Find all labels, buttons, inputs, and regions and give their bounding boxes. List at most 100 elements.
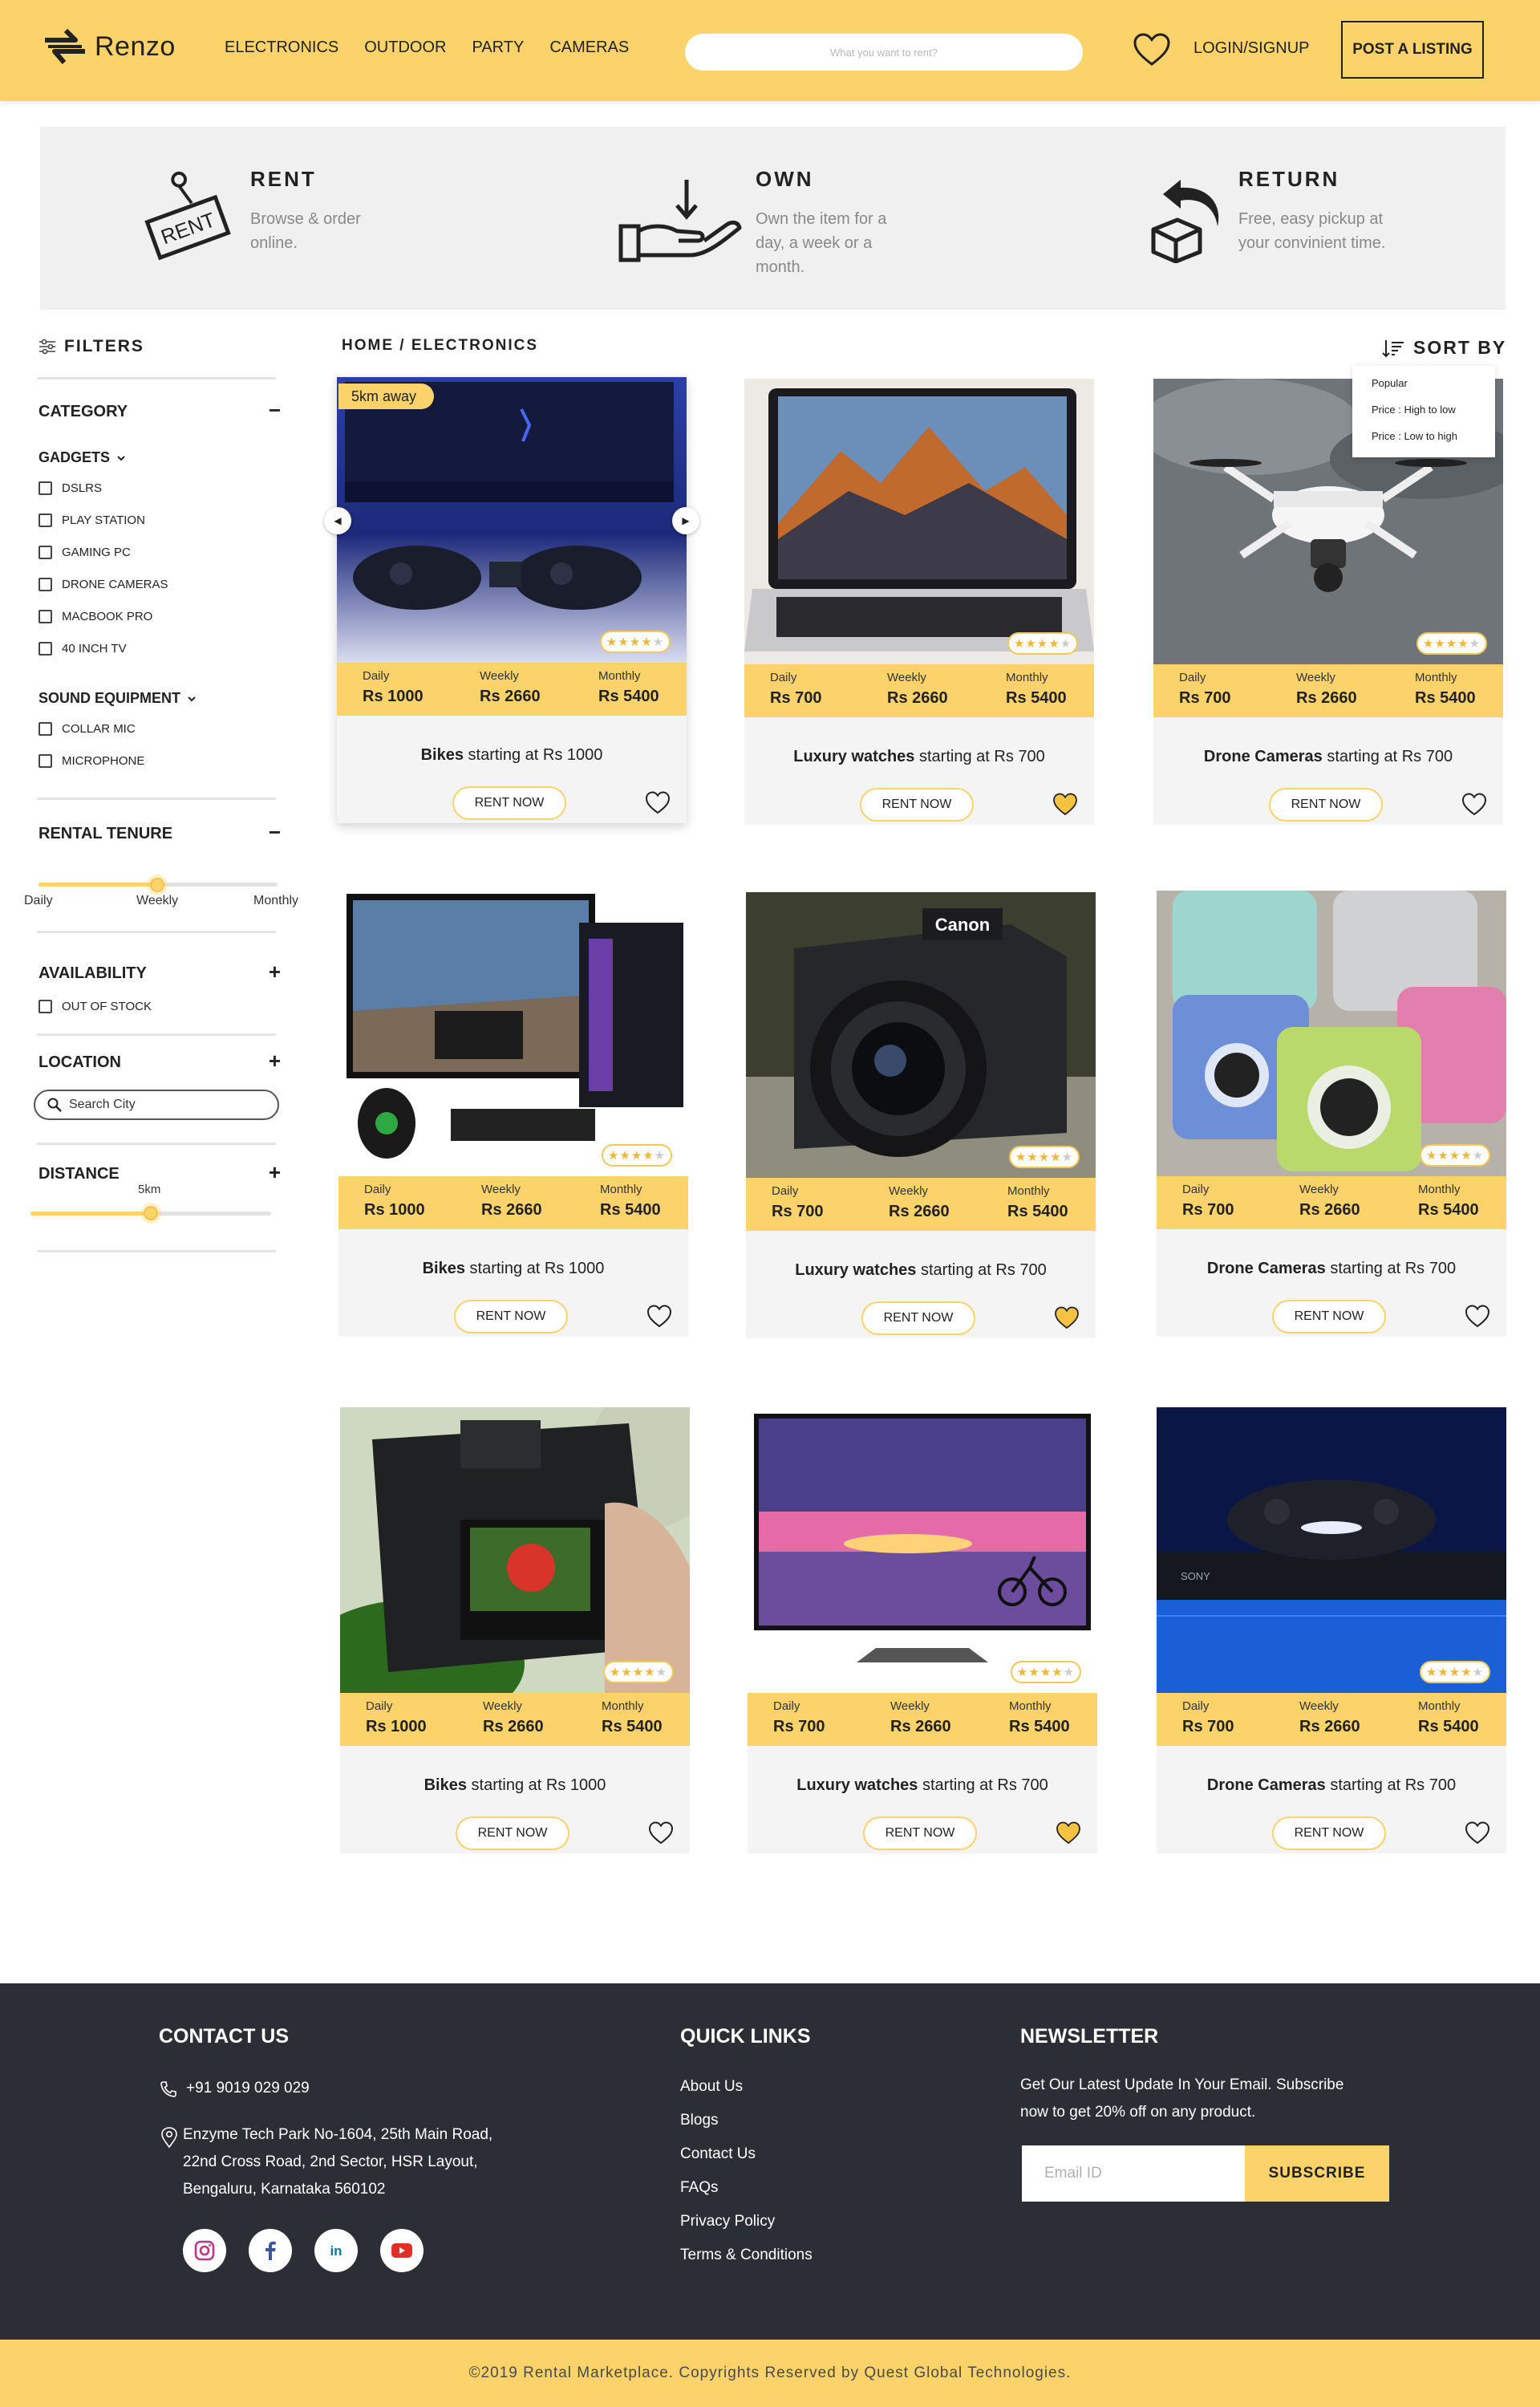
filter-option-drone-cameras[interactable]: DRONE CAMERAS (38, 578, 168, 591)
star-rating: ★★★★ ★ (1009, 1146, 1080, 1168)
footer-link-faqs[interactable]: FAQs (680, 2179, 719, 2197)
product-image[interactable]: SONY (1157, 1407, 1506, 1693)
product-name: Bikes (424, 1776, 467, 1794)
filter-option-out-of-stock[interactable]: OUT OF STOCK (38, 1000, 152, 1013)
logo[interactable]: Renzo (42, 26, 176, 67)
product-card[interactable]: ★★★★ ★ Daily Rs 1000 Weekly Rs 2660 Monthly Rs … (340, 1407, 690, 1853)
filter-option-gaming-pc[interactable]: GAMING PC (38, 546, 131, 559)
heart-outline-icon[interactable] (646, 1304, 672, 1328)
nav-party[interactable]: PARTY (472, 39, 524, 57)
sound-equipment-group-toggle[interactable]: SOUND EQUIPMENT (38, 690, 197, 707)
rental-tenure-collapse-toggle[interactable]: − (269, 820, 281, 845)
carousel-next-icon[interactable]: ▶ (672, 507, 699, 534)
location-expand-toggle[interactable]: + (269, 1049, 281, 1074)
heart-filled-icon[interactable] (1056, 1820, 1081, 1845)
rent-now-button[interactable]: RENT NOW (454, 1300, 568, 1333)
category-collapse-toggle[interactable]: − (269, 398, 281, 423)
checkbox[interactable] (38, 642, 52, 656)
filter-option-microphone[interactable]: MICROPHONE (38, 754, 144, 768)
filter-option-play-station[interactable]: PLAY STATION (38, 513, 145, 527)
nav-electronics[interactable]: ELECTRONICS (225, 39, 338, 57)
gadgets-group-toggle[interactable]: GADGETS (38, 449, 126, 466)
sort-dropdown-menu: Popular Price : High to low Price : Low … (1352, 366, 1495, 457)
checkbox[interactable] (38, 546, 52, 559)
filter-option-macbook-pro[interactable]: MACBOOK PRO (38, 610, 152, 623)
footer-link-about-us[interactable]: About Us (680, 2078, 743, 2096)
instagram-icon[interactable] (183, 2229, 226, 2272)
option-label: OUT OF STOCK (62, 1000, 152, 1013)
sort-option-high-to-low[interactable]: Price : High to low (1372, 404, 1495, 430)
product-image[interactable] (1157, 891, 1506, 1176)
rent-now-button[interactable]: RENT NOW (863, 1816, 977, 1850)
post-listing-button[interactable]: POST A LISTING (1341, 21, 1484, 79)
youtube-icon[interactable] (380, 2229, 424, 2272)
rent-now-button[interactable]: RENT NOW (456, 1816, 569, 1850)
product-image[interactable] (748, 1407, 1097, 1693)
rent-now-button[interactable]: RENT NOW (452, 786, 566, 820)
nav-cameras[interactable]: CAMERAS (549, 39, 629, 57)
subscribe-button[interactable]: SUBSCRIBE (1245, 2145, 1389, 2202)
footer-link-blogs[interactable]: Blogs (680, 2112, 719, 2129)
product-card[interactable]: ★★★★ ★ Daily Rs 700 Weekly Rs 2660 Monthly Rs 5… (1157, 891, 1506, 1337)
product-image[interactable]: Canon (746, 892, 1096, 1178)
starting-at-text: starting at (468, 746, 539, 764)
product-card[interactable]: ★★★★ ★ Daily Rs 700 Weekly Rs 2660 Monthly Rs 5… (748, 1407, 1097, 1853)
distance-slider-thumb[interactable] (144, 1206, 158, 1220)
star-rating: ★★★★ ★ (603, 1661, 674, 1683)
carousel-prev-icon[interactable]: ◀ (324, 507, 351, 534)
heart-filled-icon[interactable] (1054, 1305, 1080, 1329)
price-monthly: Rs 5400 (1007, 1203, 1068, 1220)
search-input[interactable] (685, 34, 1083, 71)
rent-now-button[interactable]: RENT NOW (1272, 1300, 1386, 1333)
checkbox[interactable] (38, 610, 52, 623)
filter-option-collar-mic[interactable]: COLLAR MIC (38, 722, 136, 736)
wishlist-heart-icon[interactable] (1133, 32, 1171, 67)
sort-option-popular[interactable]: Popular (1372, 377, 1495, 404)
heart-outline-icon[interactable] (1461, 792, 1487, 816)
city-search-input[interactable] (34, 1090, 279, 1120)
breadcrumb[interactable]: HOME / ELECTRONICS (342, 337, 538, 355)
heart-outline-icon[interactable] (645, 790, 671, 814)
rent-now-button[interactable]: RENT NOW (1272, 1816, 1386, 1850)
checkbox[interactable] (38, 754, 52, 768)
distance-expand-toggle[interactable]: + (269, 1160, 281, 1185)
rent-now-button[interactable]: RENT NOW (1269, 788, 1383, 822)
sort-option-low-to-high[interactable]: Price : Low to high (1372, 430, 1495, 457)
checkbox[interactable] (38, 1000, 52, 1013)
product-image[interactable] (338, 891, 688, 1176)
sort-by-toggle[interactable]: SORT BY (1381, 337, 1506, 359)
product-card[interactable]: SONY ★★★★ ★ Daily Rs 700 Weekly Rs 2660 Monthly… (1157, 1407, 1506, 1853)
login-signup-link[interactable]: LOGIN/SIGNUP (1194, 39, 1309, 58)
newsletter-email-input[interactable] (1022, 2145, 1245, 2202)
product-card[interactable]: ★★★★ ★ Daily Rs 700 Weekly Rs 2660 Monthly Rs 5… (744, 379, 1094, 825)
product-card[interactable]: 5km away ◀ ▶ ★★★★ ★ Daily Rs 1000 Weekly Rs 2660… (324, 377, 699, 823)
checkbox[interactable] (38, 578, 52, 591)
product-image[interactable] (337, 377, 687, 663)
hero-rent-desc: Browse & order online. (250, 210, 361, 252)
heart-outline-icon[interactable] (1465, 1820, 1490, 1845)
product-image[interactable] (744, 379, 1094, 664)
rent-now-button[interactable]: RENT NOW (861, 1301, 975, 1335)
tenure-slider-thumb[interactable] (150, 878, 164, 892)
heart-filled-icon[interactable] (1052, 792, 1078, 816)
checkbox[interactable] (38, 481, 52, 495)
availability-expand-toggle[interactable]: + (269, 960, 281, 984)
footer-link-privacy-policy[interactable]: Privacy Policy (680, 2213, 775, 2230)
linkedin-icon[interactable]: in (314, 2229, 358, 2272)
footer-link-terms[interactable]: Terms & Conditions (680, 2247, 813, 2264)
product-card[interactable]: ★★★★ ★ Daily Rs 1000 Weekly Rs 2660 Monthly Rs … (338, 891, 688, 1337)
sort-icon (1382, 339, 1404, 357)
product-card[interactable]: Canon ★★★★ ★ Daily Rs 700 Weekly Rs 2660 Monthl… (746, 892, 1096, 1338)
footer-link-contact-us[interactable]: Contact Us (680, 2145, 756, 2163)
contact-phone[interactable]: +91 9019 029 029 (186, 2075, 310, 2102)
product-image[interactable] (340, 1407, 690, 1693)
filter-option-dslrs[interactable]: DSLRS (38, 481, 102, 495)
heart-outline-icon[interactable] (648, 1820, 674, 1845)
heart-outline-icon[interactable] (1465, 1304, 1490, 1328)
checkbox[interactable] (38, 722, 52, 736)
nav-outdoor[interactable]: OUTDOOR (364, 39, 446, 57)
facebook-icon[interactable] (249, 2229, 292, 2272)
filter-option-40-inch-tv[interactable]: 40 INCH TV (38, 642, 127, 656)
checkbox[interactable] (38, 513, 52, 527)
rent-now-button[interactable]: RENT NOW (860, 788, 974, 822)
